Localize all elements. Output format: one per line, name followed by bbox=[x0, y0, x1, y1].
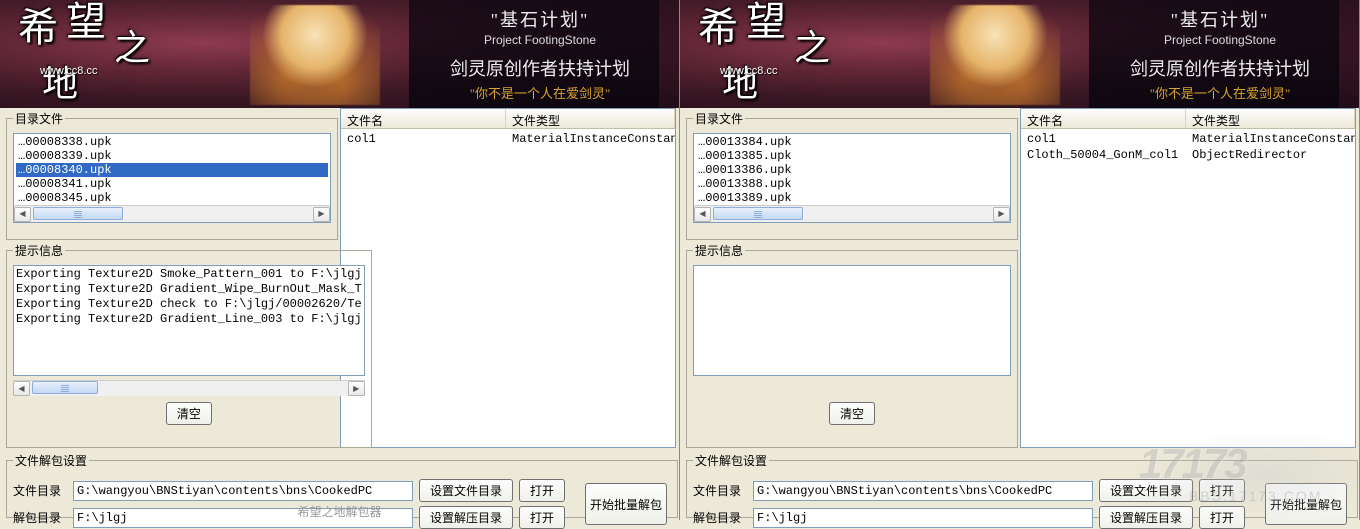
col-filetype[interactable]: 文件类型 bbox=[1186, 109, 1355, 128]
log-textbox[interactable] bbox=[693, 265, 1011, 376]
clear-button[interactable]: 清空 bbox=[829, 402, 875, 425]
file-listbox[interactable]: …00008338.upk…00008339.upk…00008340.upk…… bbox=[13, 133, 331, 223]
log-textbox[interactable]: Exporting Texture2D Smoke_Pattern_001 to… bbox=[13, 265, 365, 376]
tip-group: 提示信息 Exporting Texture2D Smoke_Pattern_0… bbox=[6, 242, 372, 448]
tip-group: 提示信息 ◀▶ 清空 bbox=[686, 242, 1018, 448]
unpack-dir-input[interactable] bbox=[753, 508, 1093, 528]
file-dir-label: 文件目录 bbox=[13, 482, 67, 499]
list-item[interactable]: …00013388.upk bbox=[696, 177, 1008, 191]
hscrollbar[interactable]: ◀ ▶ bbox=[14, 205, 330, 222]
set-unpack-dir-button[interactable]: 设置解压目录 bbox=[419, 506, 513, 529]
table-row[interactable]: Cloth_50004_GonM_col1ObjectRedirector bbox=[1021, 147, 1355, 163]
scroll-left-icon[interactable]: ◀ bbox=[694, 207, 711, 222]
file-table[interactable]: 文件名 文件类型 col1MaterialInstanceConstant bbox=[340, 108, 676, 448]
site-url: www.cc8.cc bbox=[720, 66, 777, 77]
open-unpack-dir-button[interactable]: 打开 bbox=[1199, 506, 1245, 529]
unpack-settings-group: 文件解包设置 文件目录 设置文件目录 打开 解包目录 设置解压目录 打开 开始批… bbox=[686, 452, 1358, 518]
set-unpack-dir-button[interactable]: 设置解压目录 bbox=[1099, 506, 1193, 529]
clear-button[interactable]: 清空 bbox=[166, 402, 212, 425]
dir-files-legend: 目录文件 bbox=[693, 110, 745, 127]
hscrollbar[interactable]: ◀ ▶ bbox=[13, 380, 365, 396]
dir-files-legend: 目录文件 bbox=[13, 110, 65, 127]
right-panel: 希 望 之 地 www.cc8.cc "基石计划" Project Footin… bbox=[680, 0, 1360, 520]
left-panel: 希 望 之 地 www.cc8.cc "基石计划" Project Footin… bbox=[0, 0, 680, 520]
list-item[interactable]: …00013384.upk bbox=[696, 135, 1008, 149]
unpack-dir-label: 解包目录 bbox=[693, 509, 747, 526]
list-item[interactable]: …00008345.upk bbox=[16, 191, 328, 205]
site-url: www.cc8.cc bbox=[40, 66, 97, 77]
scroll-left-icon[interactable]: ◀ bbox=[14, 207, 31, 222]
set-file-dir-button[interactable]: 设置文件目录 bbox=[419, 479, 513, 502]
banner: 希 望 之 地 www.cc8.cc "基石计划" Project Footin… bbox=[680, 0, 1359, 108]
slogan: "基石计划" Project FootingStone 剑灵原创作者扶持计划 "… bbox=[1105, 6, 1335, 102]
slogan: "基石计划" Project FootingStone 剑灵原创作者扶持计划 "… bbox=[425, 6, 655, 102]
table-row[interactable]: col1MaterialInstanceConstant bbox=[341, 131, 675, 147]
content-area: 目录文件 …00013384.upk…00013385.upk…00013386… bbox=[680, 108, 1359, 520]
col-filename[interactable]: 文件名 bbox=[341, 109, 506, 128]
tip-legend: 提示信息 bbox=[13, 242, 65, 259]
banner: 希 望 之 地 www.cc8.cc "基石计划" Project Footin… bbox=[0, 0, 679, 108]
content-area: 目录文件 …00008338.upk…00008339.upk…00008340… bbox=[0, 108, 679, 520]
start-batch-unpack-button[interactable]: 开始批量解包 bbox=[1265, 483, 1347, 525]
settings-legend: 文件解包设置 bbox=[693, 452, 769, 469]
scroll-right-icon[interactable]: ▶ bbox=[313, 207, 330, 222]
file-table[interactable]: 文件名 文件类型 col1MaterialInstanceConstantClo… bbox=[1020, 108, 1356, 448]
open-file-dir-button[interactable]: 打开 bbox=[1199, 479, 1245, 502]
log-line: Exporting Texture2D Gradient_Line_003 to… bbox=[16, 312, 362, 327]
scroll-right-icon[interactable]: ▶ bbox=[993, 207, 1010, 222]
file-listbox[interactable]: …00013384.upk…00013385.upk…00013386.upk…… bbox=[693, 133, 1011, 223]
file-dir-label: 文件目录 bbox=[693, 482, 747, 499]
table-row[interactable]: col1MaterialInstanceConstant bbox=[1021, 131, 1355, 147]
list-item[interactable]: …00008339.upk bbox=[16, 149, 328, 163]
log-line: Exporting Texture2D Smoke_Pattern_001 to… bbox=[16, 267, 362, 282]
set-file-dir-button[interactable]: 设置文件目录 bbox=[1099, 479, 1193, 502]
col-filetype[interactable]: 文件类型 bbox=[506, 109, 675, 128]
table-header: 文件名 文件类型 bbox=[341, 109, 675, 129]
col-filename[interactable]: 文件名 bbox=[1021, 109, 1186, 128]
hscrollbar[interactable]: ◀ ▶ bbox=[694, 205, 1010, 222]
dir-files-group: 目录文件 …00013384.upk…00013385.upk…00013386… bbox=[686, 110, 1018, 240]
dir-files-group: 目录文件 …00008338.upk…00008339.upk…00008340… bbox=[6, 110, 338, 240]
table-header: 文件名 文件类型 bbox=[1021, 109, 1355, 129]
footer-text: 希望之地解包器 bbox=[297, 503, 381, 520]
logo: 希 望 之 地 www.cc8.cc bbox=[698, 8, 828, 84]
scroll-right-icon[interactable]: ▶ bbox=[348, 381, 365, 396]
unpack-dir-label: 解包目录 bbox=[13, 509, 67, 526]
open-unpack-dir-button[interactable]: 打开 bbox=[519, 506, 565, 529]
list-item[interactable]: …00013386.upk bbox=[696, 163, 1008, 177]
open-file-dir-button[interactable]: 打开 bbox=[519, 479, 565, 502]
log-line: Exporting Texture2D Gradient_Wipe_BurnOu… bbox=[16, 282, 362, 297]
list-item[interactable]: …00008340.upk bbox=[16, 163, 328, 177]
tip-legend: 提示信息 bbox=[693, 242, 745, 259]
start-batch-unpack-button[interactable]: 开始批量解包 bbox=[585, 483, 667, 525]
list-item[interactable]: …00008341.upk bbox=[16, 177, 328, 191]
scroll-left-icon[interactable]: ◀ bbox=[13, 381, 30, 396]
list-item[interactable]: …00008338.upk bbox=[16, 135, 328, 149]
settings-legend: 文件解包设置 bbox=[13, 452, 89, 469]
logo: 希 望 之 地 www.cc8.cc bbox=[18, 8, 148, 84]
list-item[interactable]: …00013385.upk bbox=[696, 149, 1008, 163]
log-line: Exporting Texture2D check to F:\jlgj/000… bbox=[16, 297, 362, 312]
list-item[interactable]: …00013389.upk bbox=[696, 191, 1008, 205]
file-dir-input[interactable] bbox=[753, 481, 1093, 501]
file-dir-input[interactable] bbox=[73, 481, 413, 501]
